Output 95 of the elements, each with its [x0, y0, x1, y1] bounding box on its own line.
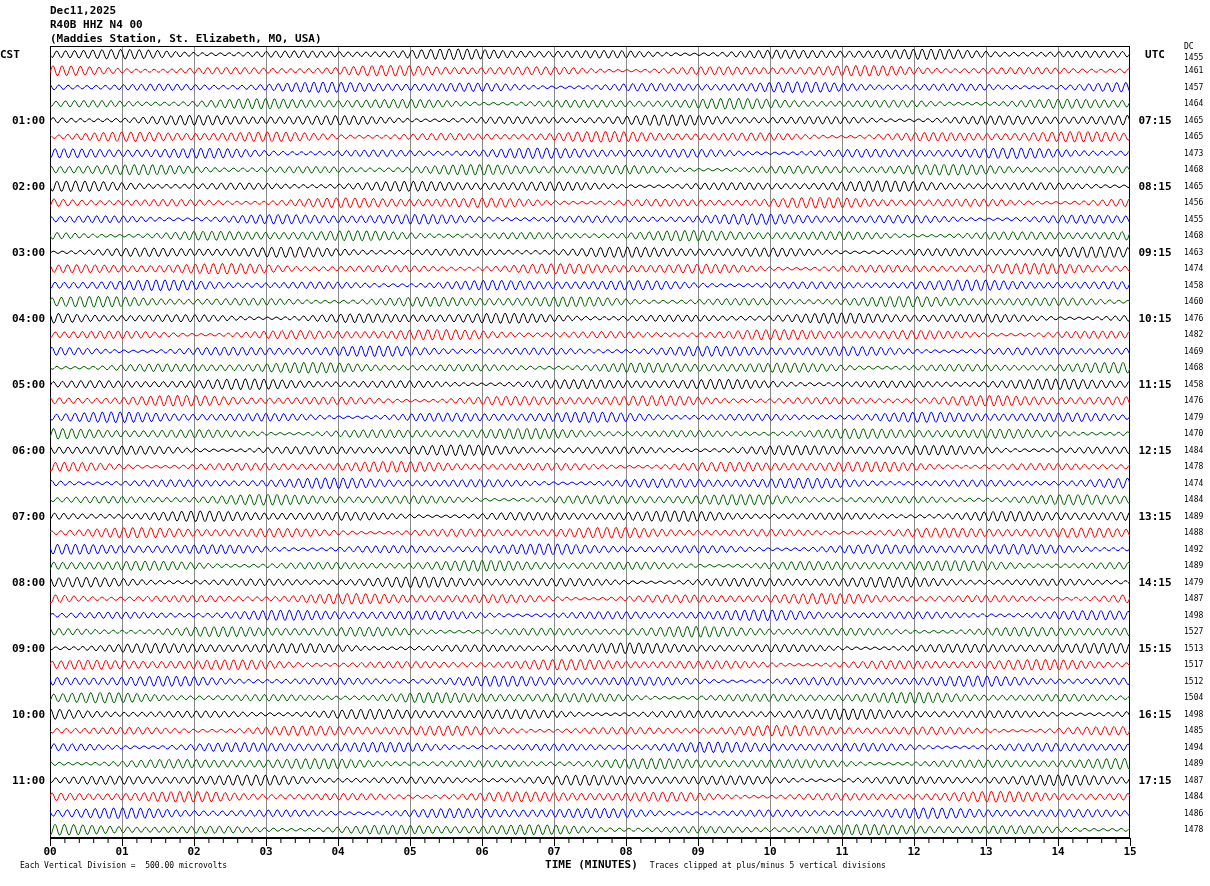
minute-label: 12 — [906, 846, 922, 858]
hour-label: 09:00 — [12, 641, 46, 655]
hour-label: 06:00 — [12, 443, 46, 457]
dc-offset-value: 1473 — [1183, 148, 1204, 158]
hour-label: 07:15 — [1138, 113, 1172, 127]
dc-offset-value: 1460 — [1183, 297, 1204, 307]
dc-offset-value: 1461 — [1183, 66, 1204, 76]
hour-label: 15:15 — [1138, 641, 1172, 655]
dc-offset-value: 1486 — [1183, 808, 1204, 818]
minute-label: 09 — [690, 846, 706, 858]
dc-offset-value: 1458 — [1183, 379, 1204, 389]
minute-label: 01 — [114, 846, 130, 858]
hour-label: 10:15 — [1138, 311, 1172, 325]
date-label: Dec11,2025 — [50, 4, 117, 18]
dc-offset-value: 1485 — [1183, 726, 1204, 736]
dc-offset-value: 1517 — [1183, 660, 1204, 670]
dc-offset-value: 1468 — [1183, 363, 1204, 373]
dc-offset-value: 1489 — [1183, 561, 1204, 571]
minute-label: 04 — [330, 846, 346, 858]
dc-offset-value: 1482 — [1183, 330, 1204, 340]
dc-offset-value: 1484 — [1183, 445, 1204, 455]
minute-label: 05 — [402, 846, 418, 858]
minute-label: 13 — [978, 846, 994, 858]
minute-label: 07 — [546, 846, 562, 858]
hour-label: 07:00 — [12, 509, 46, 523]
dc-offset-value: 1463 — [1183, 247, 1204, 257]
dc-offset-value: 1465 — [1183, 181, 1204, 191]
minute-label: 11 — [834, 846, 850, 858]
hour-label: 16:15 — [1138, 707, 1172, 721]
minute-label: 02 — [186, 846, 202, 858]
channel-label: R40B HHZ N4 00 — [50, 18, 143, 32]
dc-offset-value: 1455 — [1183, 51, 1204, 62]
hour-label: 08:15 — [1138, 179, 1172, 193]
dc-offset-value: 1484 — [1183, 792, 1204, 802]
dc-offset-value: 1465 — [1183, 115, 1204, 125]
dc-offset-value: 1476 — [1183, 396, 1204, 406]
dc-offset-value: 1492 — [1183, 544, 1204, 554]
timezone-label: CST — [0, 47, 20, 61]
dc-offset-value: 1513 — [1183, 643, 1204, 653]
minute-label: 03 — [258, 846, 274, 858]
dc-header: DC — [1184, 43, 1194, 51]
hour-label: 02:00 — [12, 179, 46, 193]
dc-offset-value: 1489 — [1183, 759, 1204, 769]
dc-offset-value: 1487 — [1183, 775, 1204, 785]
hour-label: 11:00 — [12, 773, 46, 787]
dc-offset-value: 1512 — [1183, 676, 1204, 686]
dc-offset-value: 1498 — [1183, 610, 1204, 620]
hour-label: 01:00 — [12, 113, 46, 127]
dc-offset-value: 1456 — [1183, 198, 1204, 208]
hour-label: 14:15 — [1138, 575, 1172, 589]
station-label: (Maddies Station, St. Elizabeth, MO, USA) — [50, 32, 322, 46]
dc-offset-value: 1474 — [1183, 478, 1204, 488]
dc-offset-value: 1468 — [1183, 165, 1204, 175]
minute-label: 10 — [762, 846, 778, 858]
dc-offset-value: 1476 — [1183, 313, 1204, 323]
dc-offset-value: 1464 — [1183, 99, 1204, 109]
axis-title: TIME (MINUTES) — [545, 858, 638, 871]
minute-label: 08 — [618, 846, 634, 858]
hour-label: 13:15 — [1138, 509, 1172, 523]
dc-offset-value: 1465 — [1183, 132, 1204, 142]
hour-label: 04:00 — [12, 311, 46, 325]
scale-note: Each Vertical Division = 500.00 microvolts — [20, 861, 228, 870]
dc-offset-value: 1498 — [1183, 709, 1204, 719]
dc-offset-value: 1478 — [1183, 462, 1204, 472]
hour-label: 17:15 — [1138, 773, 1172, 787]
dc-offset-value: 1494 — [1183, 742, 1204, 752]
hour-label: 11:15 — [1138, 377, 1172, 391]
minute-label: 06 — [474, 846, 490, 858]
dc-offset-value: 1489 — [1183, 511, 1204, 521]
minute-label: 15 — [1122, 846, 1138, 858]
hour-label: 09:15 — [1138, 245, 1172, 259]
timezone-label: UTC — [1145, 47, 1165, 61]
dc-offset-value: 1484 — [1183, 495, 1204, 505]
hour-label: 05:00 — [12, 377, 46, 391]
dc-offset-value: 1479 — [1183, 577, 1204, 587]
minute-label: 00 — [42, 846, 58, 858]
dc-offset-value: 1504 — [1183, 693, 1204, 703]
dc-offset-value: 1474 — [1183, 264, 1204, 274]
dc-offset-value: 1478 — [1183, 825, 1204, 835]
hour-label: 10:00 — [12, 707, 46, 721]
dc-offset-value: 1469 — [1183, 346, 1204, 356]
dc-offset-value: 1479 — [1183, 412, 1204, 422]
dc-offset-value: 1487 — [1183, 594, 1204, 604]
dc-offset-value: 1458 — [1183, 280, 1204, 290]
dc-offset-value: 1468 — [1183, 231, 1204, 241]
hour-label: 12:15 — [1138, 443, 1172, 457]
hour-label: 08:00 — [12, 575, 46, 589]
minute-label: 14 — [1050, 846, 1066, 858]
dc-offset-value: 1488 — [1183, 528, 1204, 538]
clipping-note: Traces clipped at plus/minus 5 vertical divisions — [649, 861, 886, 870]
dc-offset-value: 1470 — [1183, 429, 1204, 439]
dc-offset-value: 1527 — [1183, 627, 1204, 637]
hour-label: 03:00 — [12, 245, 46, 259]
dc-offset-value: 1457 — [1183, 82, 1204, 92]
dc-offset-value: 1455 — [1183, 214, 1204, 224]
